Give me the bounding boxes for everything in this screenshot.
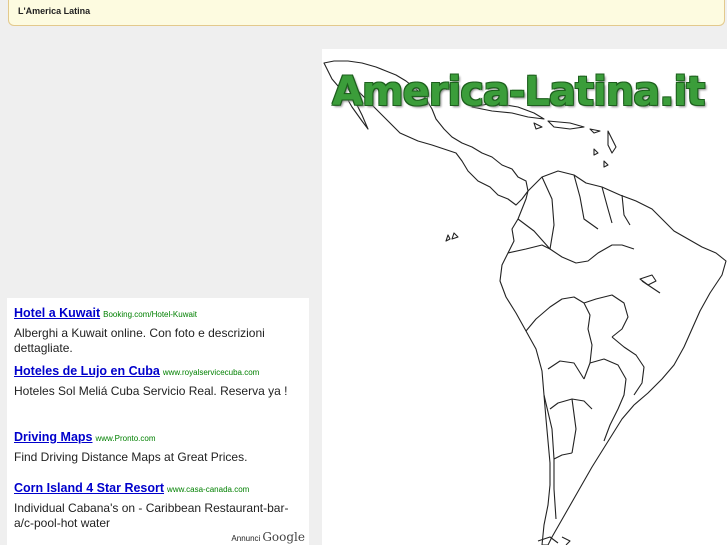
latin-america-map[interactable]: America-Latina.it	[322, 49, 727, 545]
ad-title-link[interactable]: Hotel a Kuwait	[14, 306, 100, 320]
ad-url[interactable]: Booking.com/Hotel-Kuwait	[103, 310, 197, 319]
annunci-label: Annunci	[231, 534, 261, 543]
ad-url[interactable]: www.casa-canada.com	[167, 485, 249, 494]
latin-america-outline-map-icon	[323, 60, 727, 545]
ad-item[interactable]: Hoteles de Lujo en Cuba www.royalservicec…	[14, 362, 304, 399]
google-logo: Google	[262, 530, 305, 544]
ad-item[interactable]: Corn Island 4 Star Resort www.casa-canada…	[14, 479, 304, 531]
ad-url[interactable]: www.Pronto.com	[96, 434, 156, 443]
ad-item[interactable]: Driving Maps www.Pronto.com Find Driving …	[14, 428, 304, 465]
ad-item[interactable]: Hotel a Kuwait Booking.com/Hotel-Kuwait A…	[14, 304, 304, 356]
ad-title-link[interactable]: Hoteles de Lujo en Cuba	[14, 364, 160, 378]
ads-by-google[interactable]: Annunci Google	[231, 530, 305, 544]
ads-panel: Hotel a Kuwait Booking.com/Hotel-Kuwait A…	[7, 298, 309, 545]
page-title: L'America Latina	[18, 6, 91, 16]
ad-title-link[interactable]: Corn Island 4 Star Resort	[14, 481, 164, 495]
top-bar: L'America Latina	[8, 0, 725, 26]
ad-description: Alberghi a Kuwait online. Con foto e des…	[14, 326, 265, 355]
site-logo[interactable]: America-Latina.it	[332, 69, 705, 115]
ad-title-link[interactable]: Driving Maps	[14, 430, 93, 444]
ad-description: Individual Cabana's on - Caribbean Resta…	[14, 501, 289, 530]
ad-description: Hoteles Sol Meliá Cuba Servicio Real. Re…	[14, 384, 288, 398]
ad-description: Find Driving Distance Maps at Great Pric…	[14, 450, 248, 464]
ad-url[interactable]: www.royalservicecuba.com	[163, 368, 259, 377]
